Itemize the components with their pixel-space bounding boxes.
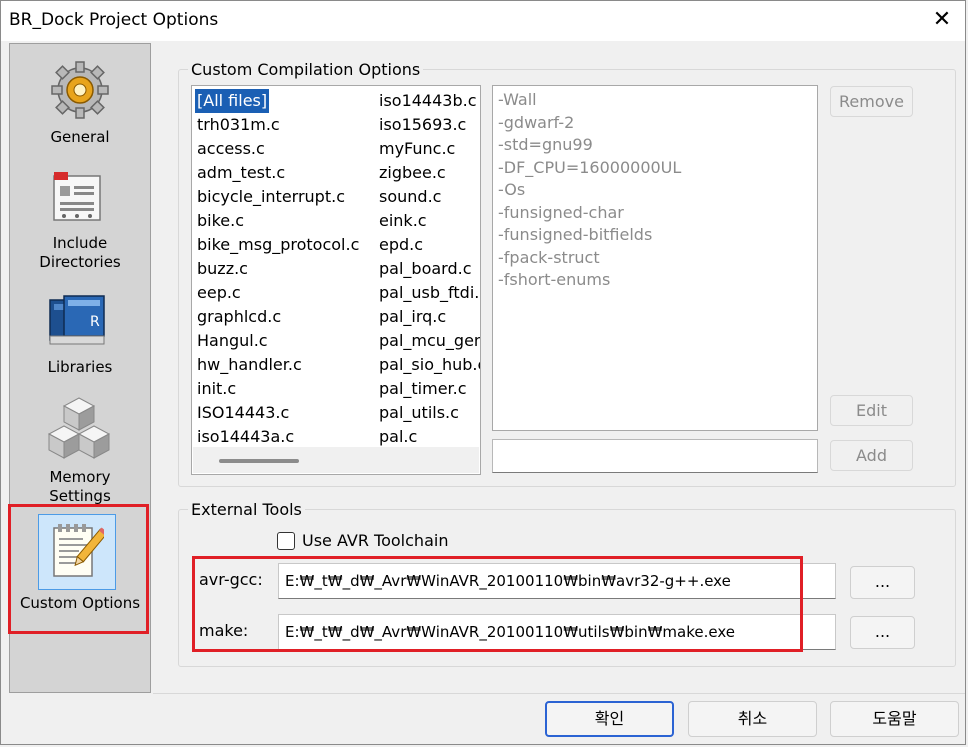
- list-item[interactable]: init.c: [195, 377, 361, 401]
- browse-make-button[interactable]: ...: [850, 616, 915, 649]
- custom-compilation-title: Custom Compilation Options: [188, 60, 424, 79]
- list-item[interactable]: Hangul.c: [195, 329, 361, 353]
- use-avr-toolchain-label: Use AVR Toolchain: [302, 531, 449, 550]
- list-item[interactable]: -Wall: [493, 89, 817, 112]
- list-item[interactable]: -funsigned-char: [493, 202, 817, 225]
- sidebar-label-wrap: Libraries: [10, 358, 150, 377]
- list-item[interactable]: -fpack-struct: [493, 247, 817, 270]
- list-item[interactable]: pal_utils.c: [377, 401, 480, 425]
- list-item[interactable]: sound.c: [377, 185, 480, 209]
- list-item[interactable]: -DF_CPU=16000000UL: [493, 157, 817, 180]
- sidebar-label-wrap: Custom Options: [10, 594, 150, 613]
- sidebar-label-wrap: Include Directories: [10, 234, 150, 272]
- browse-avr-gcc-button[interactable]: ...: [850, 566, 915, 599]
- cancel-button[interactable]: 취소: [688, 701, 817, 737]
- ok-button[interactable]: 확인: [545, 701, 674, 737]
- list-item[interactable]: buzz.c: [195, 257, 361, 281]
- list-item[interactable]: pal_mcu_generic.c: [377, 329, 480, 353]
- cubes-icon: [47, 397, 111, 459]
- horizontal-scrollbar[interactable]: [193, 447, 479, 473]
- sidebar-item-label: Memory Settings: [49, 468, 111, 505]
- list-item[interactable]: pal_board.c: [377, 257, 480, 281]
- list-item[interactable]: -funsigned-bitfields: [493, 224, 817, 247]
- source-file-list[interactable]: [All files] trh031m.c access.c adm_test.…: [191, 85, 481, 475]
- list-item[interactable]: access.c: [195, 137, 361, 161]
- file-list-column-2: iso14443b.c iso15693.c myFunc.c zigbee.c…: [377, 89, 480, 449]
- list-item[interactable]: pal_usb_ftdi.c: [377, 281, 480, 305]
- sidebar-label-wrap: General: [10, 128, 150, 147]
- books-icon: R: [49, 295, 105, 345]
- close-icon[interactable]: ✕: [919, 1, 965, 39]
- sidebar-item-general[interactable]: General: [10, 52, 150, 162]
- list-item[interactable]: -fshort-enums: [493, 269, 817, 292]
- options-list-body: -Wall -gdwarf-2 -std=gnu99 -DF_CPU=16000…: [493, 86, 817, 292]
- sidebar-item-label: Custom Options: [19, 594, 141, 612]
- list-item[interactable]: pal_sio_hub.c: [377, 353, 480, 377]
- list-item[interactable]: pal_irq.c: [377, 305, 480, 329]
- list-item[interactable]: trh031m.c: [195, 113, 361, 137]
- list-item[interactable]: pal.c: [377, 425, 480, 449]
- help-button[interactable]: 도움말: [830, 701, 959, 737]
- list-item[interactable]: -std=gnu99: [493, 134, 817, 157]
- sidebar-item-custom-options[interactable]: Custom Options: [10, 514, 150, 632]
- make-path-input[interactable]: E:₩_t₩_d₩_Avr₩WinAVR_20100110₩utils₩bin₩…: [278, 614, 836, 650]
- sidebar-item-label: General: [50, 128, 110, 146]
- options-sidebar: General Include Directories R Libraries …: [9, 43, 151, 693]
- avr-gcc-label: avr-gcc:: [199, 570, 263, 589]
- list-item[interactable]: eink.c: [377, 209, 480, 233]
- option-input[interactable]: [492, 439, 818, 473]
- list-item[interactable]: bike_msg_protocol.c: [195, 233, 361, 257]
- list-item[interactable]: -gdwarf-2: [493, 112, 817, 135]
- notepad-pencil-icon: [53, 524, 104, 577]
- scrollbar-thumb[interactable]: [219, 459, 299, 463]
- avr-gcc-path-input[interactable]: E:₩_t₩_d₩_Avr₩WinAVR_20100110₩bin₩avr32-…: [278, 563, 836, 599]
- list-item[interactable]: eep.c: [195, 281, 361, 305]
- sidebar-item-label: Libraries: [47, 358, 113, 376]
- list-item[interactable]: epd.c: [377, 233, 480, 257]
- list-item[interactable]: iso14443b.c: [377, 89, 480, 113]
- sidebar-item-label: Include Directories: [39, 234, 121, 271]
- sidebar-item-include-directories[interactable]: Include Directories: [10, 166, 150, 274]
- gear-icon: [51, 61, 109, 119]
- file-list-column-1: [All files] trh031m.c access.c adm_test.…: [195, 89, 361, 449]
- external-tools-title: External Tools: [188, 500, 305, 519]
- svg-text:R: R: [90, 314, 100, 330]
- list-item[interactable]: iso14443a.c: [195, 425, 361, 449]
- title-bar: BR_Dock Project Options ✕: [1, 1, 965, 41]
- include-directories-icon: [53, 172, 101, 221]
- list-item[interactable]: pal_timer.c: [377, 377, 480, 401]
- remove-button[interactable]: Remove: [830, 86, 913, 117]
- list-item[interactable]: adm_test.c: [195, 161, 361, 185]
- project-options-dialog: BR_Dock Project Options ✕ General Includ…: [0, 0, 966, 745]
- footer-divider: [153, 693, 965, 694]
- list-item[interactable]: iso15693.c: [377, 113, 480, 137]
- list-item[interactable]: graphlcd.c: [195, 305, 361, 329]
- list-item[interactable]: zigbee.c: [377, 161, 480, 185]
- compiler-options-list[interactable]: -Wall -gdwarf-2 -std=gnu99 -DF_CPU=16000…: [492, 85, 818, 431]
- sidebar-item-memory-settings[interactable]: Memory Settings: [10, 392, 150, 506]
- list-item[interactable]: hw_handler.c: [195, 353, 361, 377]
- list-item[interactable]: [All files]: [195, 89, 270, 113]
- sidebar-item-libraries[interactable]: R Libraries: [10, 288, 150, 383]
- list-item[interactable]: ISO14443.c: [195, 401, 361, 425]
- add-button[interactable]: Add: [830, 440, 913, 471]
- make-label: make:: [199, 621, 249, 640]
- window-title: BR_Dock Project Options: [9, 10, 219, 30]
- list-item[interactable]: bicycle_interrupt.c: [195, 185, 361, 209]
- edit-button[interactable]: Edit: [830, 395, 913, 426]
- sidebar-label-wrap: Memory Settings: [10, 468, 150, 506]
- use-avr-toolchain-checkbox[interactable]: [277, 532, 295, 550]
- list-item[interactable]: myFunc.c: [377, 137, 480, 161]
- list-item[interactable]: bike.c: [195, 209, 361, 233]
- list-item[interactable]: -Os: [493, 179, 817, 202]
